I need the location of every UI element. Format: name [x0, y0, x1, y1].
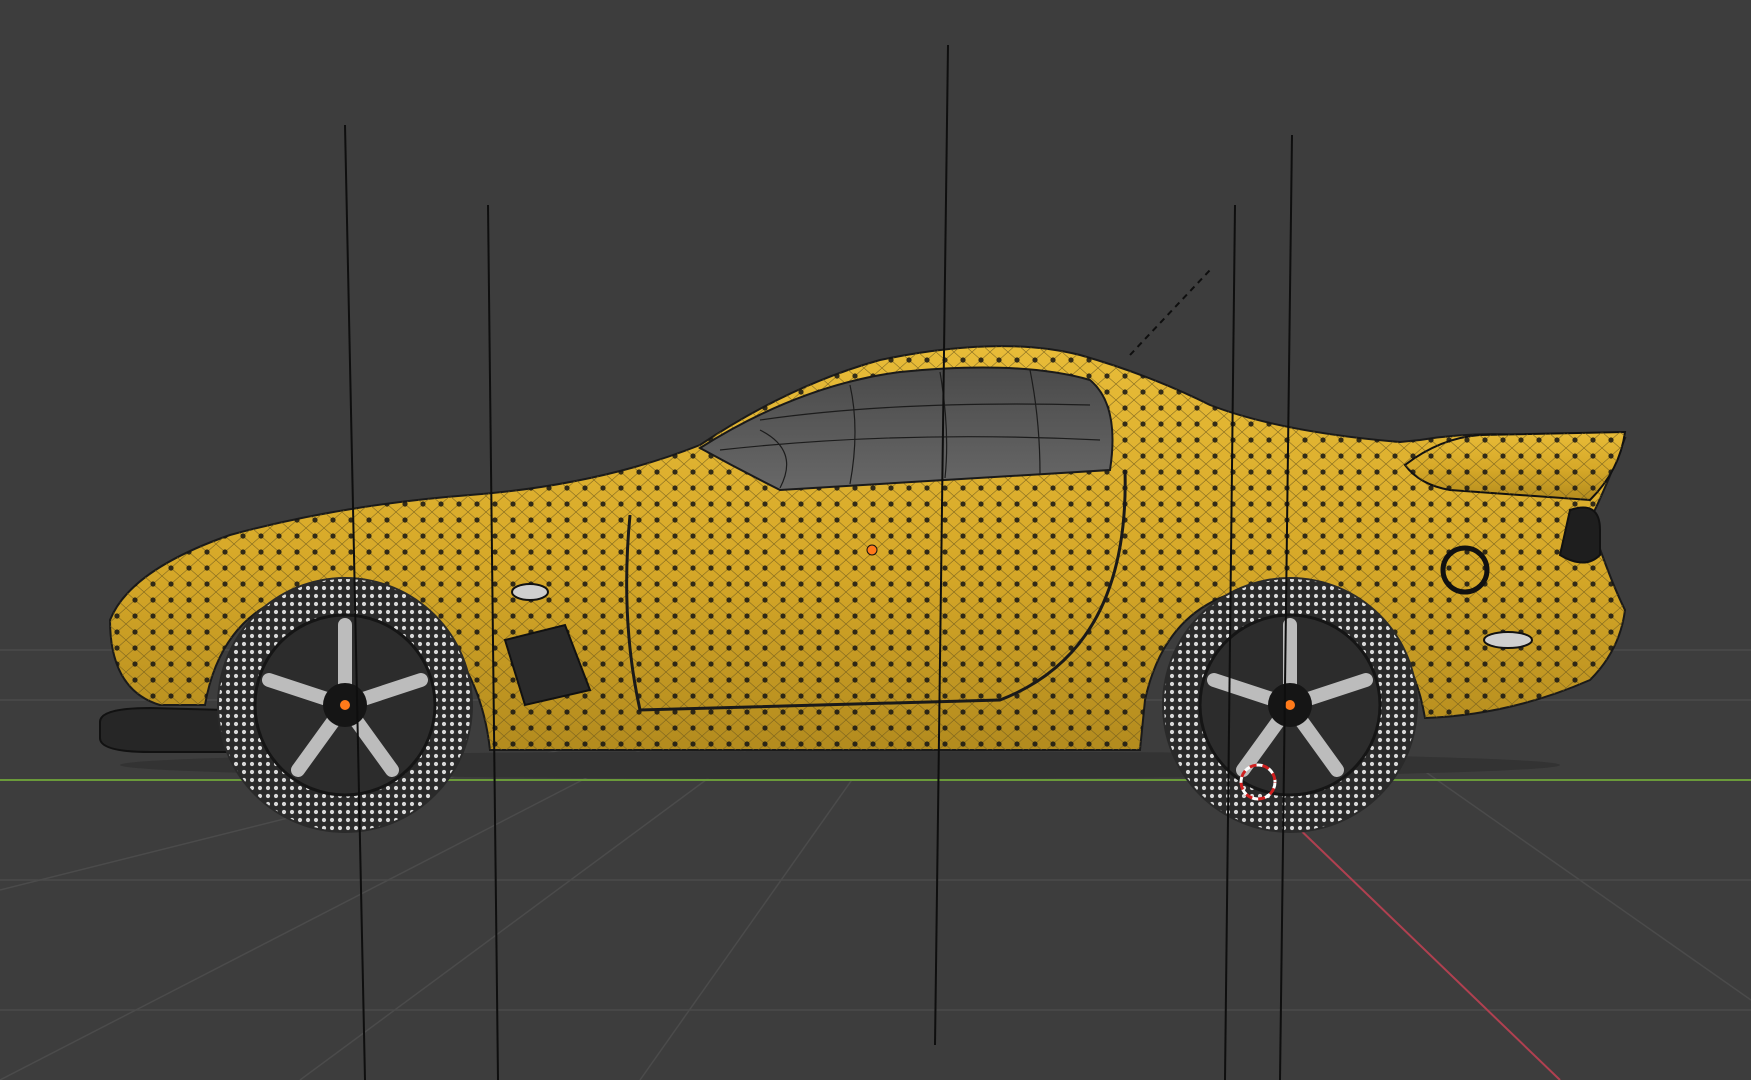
rear-wheel-origin[interactable]: [1285, 700, 1295, 710]
x-axis-line: [1289, 819, 1561, 1080]
front-wheel[interactable]: [217, 577, 473, 833]
side-marker: [511, 583, 549, 601]
viewport-canvas[interactable]: [0, 0, 1751, 1080]
selected-vertex[interactable]: [866, 544, 878, 556]
rear-marker: [1483, 631, 1533, 649]
3d-viewport[interactable]: [0, 0, 1751, 1080]
car-window: [698, 366, 1114, 492]
front-wheel-origin[interactable]: [340, 700, 350, 710]
rear-wheel[interactable]: [1162, 577, 1418, 833]
